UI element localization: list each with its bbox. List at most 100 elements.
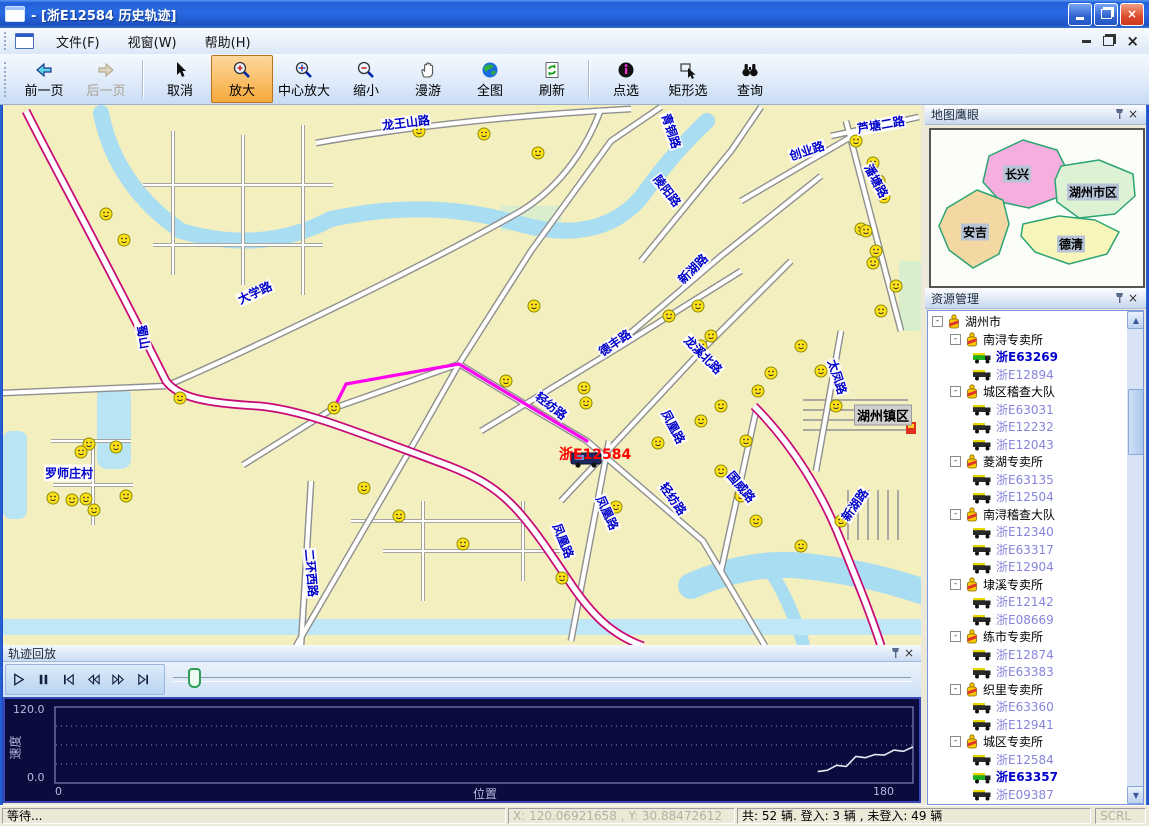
vehicle-smiley-marker[interactable]	[878, 191, 890, 203]
tree-vehicle[interactable]: 浙E12904	[928, 558, 1126, 576]
eagle-eye-map[interactable]: 长兴 湖州市区 安吉 德清	[929, 128, 1145, 288]
vehicle-smiley-marker[interactable]	[795, 340, 807, 352]
tree-group-4[interactable]: -埭溪专卖所	[928, 576, 1126, 594]
tree-scrollbar[interactable]: ▲ ▼	[1127, 311, 1143, 804]
mdi-restore-button[interactable]	[1103, 36, 1114, 46]
vehicle-smiley-marker[interactable]	[500, 375, 512, 387]
tree-vehicle[interactable]: 浙E63135	[928, 471, 1126, 489]
toolbar-button-zoom-in[interactable]: 放大	[211, 55, 273, 103]
tree-vehicle[interactable]: 浙E12232	[928, 418, 1126, 436]
vehicle-smiley-marker[interactable]	[66, 494, 78, 506]
vehicle-smiley-marker[interactable]	[652, 437, 664, 449]
pin-icon[interactable]	[1112, 107, 1126, 121]
vehicle-smiley-marker[interactable]	[875, 305, 887, 317]
tree-expander[interactable]: -	[950, 684, 961, 695]
toolbar-button-next-page[interactable]: 后一页	[75, 55, 137, 103]
tree-vehicle[interactable]: 浙E12584	[928, 751, 1126, 769]
playback-rewind-button[interactable]	[81, 667, 106, 692]
vehicle-smiley-marker[interactable]	[860, 225, 872, 237]
tree-vehicle[interactable]: 浙E12504	[928, 488, 1126, 506]
vehicle-smiley-marker[interactable]	[830, 400, 842, 412]
vehicle-smiley-marker[interactable]	[740, 435, 752, 447]
vehicle-smiley-marker[interactable]	[865, 413, 877, 425]
vehicle-smiley-marker[interactable]	[358, 482, 370, 494]
vehicle-smiley-marker[interactable]	[532, 147, 544, 159]
tree-group-2[interactable]: -菱湖专卖所	[928, 453, 1126, 471]
scroll-up-button[interactable]: ▲	[1127, 311, 1144, 329]
tree-root[interactable]: -湖州市	[928, 313, 1126, 331]
playback-slider-track[interactable]	[173, 677, 911, 682]
playback-slider-thumb[interactable]	[188, 668, 201, 688]
vehicle-smiley-marker[interactable]	[393, 510, 405, 522]
tree-vehicle[interactable]: 浙E63383	[928, 663, 1126, 681]
toolbar-button-zoom-out[interactable]: 缩小	[335, 55, 397, 103]
mdi-child-icon[interactable]	[15, 33, 34, 49]
vehicle-smiley-marker[interactable]	[478, 128, 490, 140]
vehicle-smiley-marker[interactable]	[118, 234, 130, 246]
tree-vehicle[interactable]: 浙E12043	[928, 436, 1126, 454]
tree-expander[interactable]: -	[950, 386, 961, 397]
tree-expander[interactable]: -	[950, 579, 961, 590]
mdi-minimize-button[interactable]	[1082, 40, 1091, 43]
tree-vehicle[interactable]: 浙E63360	[928, 698, 1126, 716]
vehicle-smiley-marker[interactable]	[695, 415, 707, 427]
vehicle-smiley-marker[interactable]	[413, 125, 425, 137]
vehicle-smiley-marker[interactable]	[80, 493, 92, 505]
playback-play-button[interactable]	[6, 667, 31, 692]
tree-vehicle[interactable]: 浙E12894	[928, 366, 1126, 384]
toolbar-button-point-select[interactable]: 点选	[595, 55, 657, 103]
playback-fast-forward-button[interactable]	[106, 667, 131, 692]
minimize-button[interactable]	[1068, 3, 1092, 26]
playback-skip-end-button[interactable]	[131, 667, 156, 692]
vehicle-smiley-marker[interactable]	[715, 465, 727, 477]
vehicle-smiley-marker[interactable]	[795, 540, 807, 552]
tree-vehicle[interactable]: 浙E63031	[928, 401, 1126, 419]
vehicle-smiley-marker[interactable]	[110, 441, 122, 453]
vehicle-smiley-marker[interactable]	[867, 157, 879, 169]
vehicle-smiley-marker[interactable]	[695, 340, 707, 352]
scrollbar-thumb[interactable]	[1128, 389, 1144, 455]
vehicle-smiley-marker[interactable]	[752, 385, 764, 397]
tree-group-7[interactable]: -城区专卖所	[928, 733, 1126, 751]
vehicle-smiley-marker[interactable]	[528, 300, 540, 312]
vehicle-smiley-marker[interactable]	[850, 135, 862, 147]
toolbar-button-rect-select[interactable]: 矩形选	[657, 55, 719, 103]
close-icon[interactable]: ×	[902, 646, 916, 660]
tree-group-1[interactable]: -城区稽查大队	[928, 383, 1126, 401]
toolbar-button-center-zoom[interactable]: 中心放大	[273, 55, 335, 103]
tree-expander[interactable]: -	[950, 631, 961, 642]
toolbar-button-prev-page[interactable]: 前一页	[13, 55, 75, 103]
vehicle-smiley-marker[interactable]	[663, 310, 675, 322]
toolbar-button-query[interactable]: 查询	[719, 55, 781, 103]
vehicle-smiley-marker[interactable]	[328, 402, 340, 414]
vehicle-smiley-marker[interactable]	[735, 490, 747, 502]
tree-vehicle[interactable]: 浙E12142	[928, 593, 1126, 611]
vehicle-smiley-marker[interactable]	[692, 300, 704, 312]
tree-expander[interactable]: -	[950, 509, 961, 520]
playback-pause-button[interactable]	[31, 667, 56, 692]
vehicle-smiley-marker[interactable]	[100, 208, 112, 220]
tree-expander[interactable]: -	[950, 456, 961, 467]
vehicle-smiley-marker[interactable]	[873, 175, 885, 187]
toolbar-button-refresh[interactable]: 刷新	[521, 55, 583, 103]
menu-help[interactable]: 帮助(H)	[191, 29, 265, 54]
close-button[interactable]: ×	[1120, 3, 1144, 26]
playback-skip-start-button[interactable]	[56, 667, 81, 692]
toolbar-button-full-map[interactable]: 全图	[459, 55, 521, 103]
vehicle-smiley-marker[interactable]	[457, 538, 469, 550]
tree-group-5[interactable]: -练市专卖所	[928, 628, 1126, 646]
toolbar-button-pan[interactable]: 漫游	[397, 55, 459, 103]
close-icon[interactable]: ×	[1126, 291, 1140, 305]
scroll-down-button[interactable]: ▼	[1127, 786, 1144, 804]
vehicle-smiley-marker[interactable]	[47, 492, 59, 504]
close-icon[interactable]: ×	[1126, 107, 1140, 121]
tree-group-6[interactable]: -织里专卖所	[928, 681, 1126, 699]
vehicle-smiley-marker[interactable]	[556, 572, 568, 584]
vehicle-smiley-marker[interactable]	[120, 490, 132, 502]
tree-vehicle[interactable]: 浙E63317	[928, 541, 1126, 559]
vehicle-smiley-marker[interactable]	[715, 400, 727, 412]
mdi-close-button[interactable]: ×	[1126, 36, 1139, 46]
pin-icon[interactable]	[1112, 291, 1126, 305]
map-canvas[interactable]: 龙王山路青铜路陵阳路创业路芦塘二路潘塘路新湖路德丰路龙溪北路轻纺路轻纺路凤凰路凤…	[3, 104, 921, 646]
menu-file[interactable]: 文件(F)	[42, 29, 114, 54]
